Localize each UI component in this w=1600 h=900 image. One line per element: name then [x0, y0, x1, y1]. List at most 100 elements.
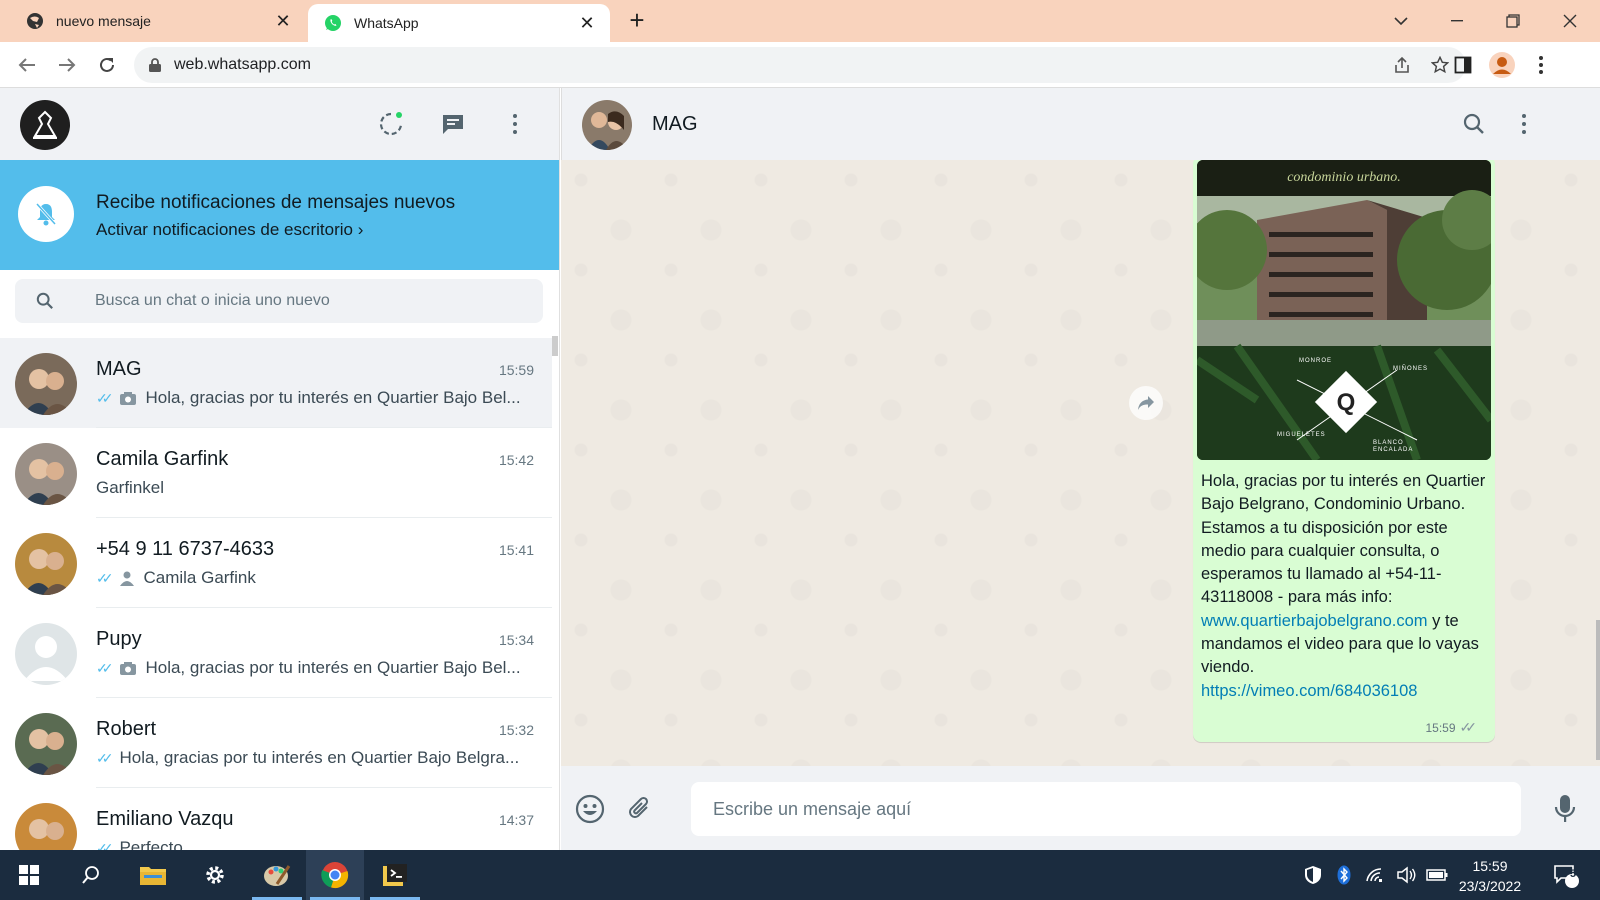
message-body: Hola, gracias por tu interés en Quartier…: [1201, 472, 1486, 607]
forward-button[interactable]: [52, 50, 82, 80]
chrome-icon[interactable]: [306, 850, 364, 900]
browser-menu-icon[interactable]: [1526, 50, 1556, 80]
chat-list-item[interactable]: Robert 15:32 ✓✓ Hola, gracias por tu interé…: [0, 698, 552, 788]
chat-name: MAG: [96, 358, 142, 380]
chat-list-item[interactable]: Emiliano Vazqu 14:37 ✓✓ Perfecto: [0, 788, 552, 850]
clock-date: 23/3/2022: [1458, 878, 1522, 894]
paint-app-icon[interactable]: [248, 850, 306, 900]
script-app-icon[interactable]: [366, 850, 424, 900]
chat-name: Camila Garfink: [96, 448, 229, 470]
chat-time: 15:34: [498, 632, 534, 648]
camera-icon: [120, 391, 137, 405]
chat-list-item[interactable]: Camila Garfink 15:42 Garfinkel: [0, 428, 552, 518]
volume-icon[interactable]: [1394, 850, 1420, 900]
url-text: web.whatsapp.com: [174, 56, 311, 73]
chat-time: 15:59: [498, 362, 534, 378]
forward-icon[interactable]: [1129, 386, 1163, 420]
svg-text:Q: Q: [1337, 389, 1356, 416]
bluetooth-icon[interactable]: [1332, 850, 1356, 900]
message-image[interactable]: condominio urbano. Q MONROE MIÑONES MIGU…: [1197, 160, 1491, 460]
chat-list-item[interactable]: Pupy 15:34 ✓✓ Hola, gracias por tu interés …: [0, 608, 552, 698]
tab-nuevo-mensaje[interactable]: nuevo mensaje ✕: [0, 0, 306, 42]
tab-search-icon[interactable]: [1386, 6, 1416, 36]
chat-name: +54 9 11 6737-4633: [96, 538, 275, 560]
my-profile-avatar[interactable]: [20, 100, 70, 150]
chat-list-scrollbar[interactable]: [552, 336, 558, 356]
double-check-icon: ✓✓: [1459, 719, 1478, 735]
chat-name: Emiliano Vazqu: [96, 808, 234, 830]
search-placeholder: Busca un chat o inicia uno nuevo: [95, 292, 330, 309]
wifi-icon[interactable]: [1362, 850, 1388, 900]
vimeo-link[interactable]: https://vimeo.com/684036108: [1201, 682, 1417, 700]
file-explorer-icon[interactable]: [124, 850, 182, 900]
chat-search-input[interactable]: Busca un chat o inicia uno nuevo: [15, 279, 543, 323]
chat-time: 14:37: [498, 812, 534, 828]
chat-preview: ✓✓ Camila Garfink: [96, 568, 526, 588]
chat-avatar[interactable]: [15, 533, 77, 595]
minimize-button[interactable]: [1442, 6, 1472, 36]
tab-whatsapp[interactable]: WhatsApp ✕: [308, 4, 610, 42]
chat-preview-text: Hola, gracias por tu interés en Quartier…: [145, 388, 521, 407]
contact-icon: [120, 571, 135, 586]
search-messages-icon[interactable]: [1459, 109, 1489, 139]
new-chat-icon[interactable]: [438, 109, 468, 139]
taskbar-search-icon[interactable]: [62, 850, 120, 900]
chat-list-item[interactable]: +54 9 11 6737-4633 15:41 ✓✓ Camila Garfink: [0, 518, 552, 608]
chat-avatar[interactable]: [15, 803, 77, 850]
website-link[interactable]: www.quartierbajobelgrano.com: [1201, 612, 1428, 630]
outgoing-message-bubble[interactable]: condominio urbano. Q MONROE MIÑONES MIGU…: [1193, 160, 1495, 742]
chat-list: MAG 15:59 ✓✓ Hola, gracias por tu interés e…: [0, 338, 552, 850]
share-icon[interactable]: [1390, 53, 1414, 77]
restore-button[interactable]: [1498, 6, 1528, 36]
message-area: condominio urbano. Q MONROE MIÑONES MIGU…: [561, 160, 1600, 766]
enable-notifications-link[interactable]: Activar notificaciones de escritorio ›: [96, 220, 363, 240]
notification-banner[interactable]: Recibe notificaciones de mensajes nuevos…: [0, 160, 559, 270]
settings-gear-icon[interactable]: [186, 850, 244, 900]
address-bar[interactable]: web.whatsapp.com: [134, 47, 1466, 83]
chat-preview: ✓✓ Hola, gracias por tu interés en Quarti…: [96, 748, 526, 768]
security-shield-icon[interactable]: [1300, 850, 1326, 900]
tab-title: nuevo mensaje: [56, 13, 151, 29]
chat-preview: ✓✓ Hola, gracias por tu interés en Quarti…: [96, 388, 526, 408]
sidebar-header: [0, 88, 559, 160]
microphone-icon[interactable]: [1548, 792, 1582, 826]
close-window-button[interactable]: [1555, 6, 1585, 36]
chat-list-item[interactable]: MAG 15:59 ✓✓ Hola, gracias por tu interés e…: [0, 338, 552, 428]
search-section: Busca un chat o inicia uno nuevo: [0, 270, 559, 332]
double-check-icon: ✓✓: [96, 569, 114, 586]
close-tab-icon[interactable]: ✕: [576, 12, 598, 34]
status-icon[interactable]: [376, 109, 406, 139]
chat-avatar[interactable]: [15, 623, 77, 685]
profile-avatar[interactable]: [1487, 50, 1517, 80]
chat-time: 15:32: [498, 722, 534, 738]
chat-avatar[interactable]: [15, 353, 77, 415]
conversation-menu-icon[interactable]: [1509, 109, 1539, 139]
chat-preview-text: Hola, gracias por tu interés en Quartier…: [145, 658, 521, 677]
conversation-panel: MAG condominio urbano. Q MONROE MIÑONES …: [561, 88, 1600, 850]
chat-avatar[interactable]: [15, 713, 77, 775]
side-panel-icon[interactable]: [1448, 50, 1478, 80]
chevron-right-icon: ›: [357, 220, 364, 239]
taskbar-clock[interactable]: 15:59 23/3/2022: [1448, 856, 1532, 896]
new-tab-button[interactable]: +: [624, 7, 650, 34]
windows-start-icon[interactable]: [0, 850, 58, 900]
conversation-header[interactable]: MAG: [561, 88, 1600, 160]
menu-icon[interactable]: [500, 109, 530, 139]
bell-off-icon: [18, 186, 74, 242]
chat-avatar[interactable]: [15, 443, 77, 505]
message-text: Hola, gracias por tu interés en Quartier…: [1197, 460, 1491, 703]
battery-icon[interactable]: [1424, 850, 1450, 900]
contact-avatar[interactable]: [582, 100, 632, 150]
attach-icon[interactable]: [623, 792, 657, 826]
conversation-scrollbar[interactable]: [1596, 620, 1600, 760]
contact-name: MAG: [652, 113, 698, 135]
close-tab-icon[interactable]: ✕: [272, 10, 294, 32]
chat-preview: Garfinkel: [96, 478, 526, 498]
message-input[interactable]: Escribe un mensaje aquí: [691, 782, 1521, 836]
action-center-icon[interactable]: 5: [1546, 850, 1586, 900]
emoji-icon[interactable]: [573, 792, 607, 826]
reload-button[interactable]: [92, 50, 122, 80]
chat-preview-text: Hola, gracias por tu interés en Quartier…: [119, 748, 520, 767]
chat-preview-text: Garfinkel: [96, 478, 165, 497]
back-button[interactable]: [12, 50, 42, 80]
